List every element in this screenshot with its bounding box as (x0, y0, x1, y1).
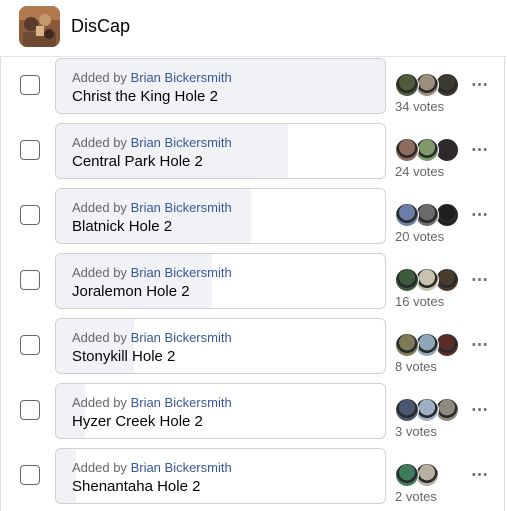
voter-avatar[interactable] (395, 398, 419, 422)
poll-option-box[interactable]: Added by Brian Bickersmith Blatnick Hole … (55, 188, 386, 244)
poll-option-row: Added by Brian Bickersmith Blatnick Hole … (0, 188, 507, 246)
added-by-line: Added by Brian Bickersmith (72, 135, 232, 150)
poll-option-checkbox[interactable] (20, 335, 40, 355)
poll-option-checkbox[interactable] (20, 400, 40, 420)
poll-option-box[interactable]: Added by Brian Bickersmith Central Park H… (55, 123, 386, 179)
poll-option-checkbox[interactable] (20, 465, 40, 485)
voter-avatars[interactable] (395, 203, 465, 227)
added-by-prefix: Added by (72, 200, 127, 215)
added-by-name-link[interactable]: Brian Bickersmith (131, 330, 232, 345)
more-options-icon[interactable]: ⋯ (468, 399, 490, 421)
voter-avatars[interactable] (395, 73, 465, 97)
poll-option-checkbox[interactable] (20, 270, 40, 290)
poll-option-checkbox[interactable] (20, 205, 40, 225)
poll-option-title: Hyzer Creek Hole 2 (72, 413, 203, 430)
vote-count[interactable]: 24 votes (395, 164, 444, 179)
more-options-icon[interactable]: ⋯ (468, 334, 490, 356)
vote-count[interactable]: 3 votes (395, 424, 437, 439)
poll-option-row: Added by Brian Bickersmith Shenantaha Hol… (0, 448, 507, 506)
voter-avatars[interactable] (395, 138, 465, 162)
poll-option-title: Christ the King Hole 2 (72, 88, 218, 105)
poll-option-checkbox[interactable] (20, 75, 40, 95)
poll-option-title: Joralemon Hole 2 (72, 283, 190, 300)
group-photo-image (19, 6, 60, 47)
added-by-line: Added by Brian Bickersmith (72, 460, 232, 475)
poll-option-title: Central Park Hole 2 (72, 153, 203, 170)
added-by-prefix: Added by (72, 460, 127, 475)
added-by-line: Added by Brian Bickersmith (72, 70, 232, 85)
added-by-prefix: Added by (72, 135, 127, 150)
group-header: DisCap (0, 0, 507, 57)
added-by-prefix: Added by (72, 70, 127, 85)
more-options-icon[interactable]: ⋯ (468, 204, 490, 226)
poll-option-row: Added by Brian Bickersmith Christ the Kin… (0, 58, 507, 116)
added-by-line: Added by Brian Bickersmith (72, 395, 232, 410)
poll-option-box[interactable]: Added by Brian Bickersmith Stonykill Hole… (55, 318, 386, 374)
poll-option-row: Added by Brian Bickersmith Stonykill Hole… (0, 318, 507, 376)
poll-option-checkbox[interactable] (20, 140, 40, 160)
poll-option-row: Added by Brian Bickersmith Central Park H… (0, 123, 507, 181)
added-by-line: Added by Brian Bickersmith (72, 265, 232, 280)
vote-count[interactable]: 2 votes (395, 489, 437, 504)
voter-avatar[interactable] (395, 333, 419, 357)
poll-option-title: Blatnick Hole 2 (72, 218, 173, 235)
poll-option-box[interactable]: Added by Brian Bickersmith Joralemon Hole… (55, 253, 386, 309)
added-by-name-link[interactable]: Brian Bickersmith (131, 200, 232, 215)
group-name[interactable]: DisCap (71, 16, 130, 37)
poll-option-box[interactable]: Added by Brian Bickersmith Shenantaha Hol… (55, 448, 386, 504)
voter-avatar[interactable] (395, 203, 419, 227)
poll-option-title: Stonykill Hole 2 (72, 348, 176, 365)
voter-avatars[interactable] (395, 463, 465, 487)
poll-option-row: Added by Brian Bickersmith Hyzer Creek Ho… (0, 383, 507, 441)
vote-count[interactable]: 34 votes (395, 99, 444, 114)
voter-avatar[interactable] (395, 463, 419, 487)
added-by-line: Added by Brian Bickersmith (72, 200, 232, 215)
added-by-name-link[interactable]: Brian Bickersmith (131, 135, 232, 150)
voter-avatar[interactable] (395, 268, 419, 292)
more-options-icon[interactable]: ⋯ (468, 74, 490, 96)
poll-option-title: Shenantaha Hole 2 (72, 478, 201, 495)
voter-avatar[interactable] (395, 138, 419, 162)
poll-option-box[interactable]: Added by Brian Bickersmith Christ the Kin… (55, 58, 386, 114)
more-options-icon[interactable]: ⋯ (468, 139, 490, 161)
more-options-icon[interactable]: ⋯ (468, 464, 490, 486)
added-by-prefix: Added by (72, 395, 127, 410)
added-by-name-link[interactable]: Brian Bickersmith (131, 70, 232, 85)
added-by-prefix: Added by (72, 265, 127, 280)
added-by-name-link[interactable]: Brian Bickersmith (131, 265, 232, 280)
voter-avatars[interactable] (395, 333, 465, 357)
vote-count[interactable]: 20 votes (395, 229, 444, 244)
added-by-name-link[interactable]: Brian Bickersmith (131, 395, 232, 410)
group-avatar[interactable] (19, 6, 60, 47)
added-by-line: Added by Brian Bickersmith (72, 330, 232, 345)
added-by-prefix: Added by (72, 330, 127, 345)
added-by-name-link[interactable]: Brian Bickersmith (131, 460, 232, 475)
poll-option-box[interactable]: Added by Brian Bickersmith Hyzer Creek Ho… (55, 383, 386, 439)
vote-count[interactable]: 8 votes (395, 359, 437, 374)
voter-avatars[interactable] (395, 398, 465, 422)
voter-avatar[interactable] (395, 73, 419, 97)
vote-count[interactable]: 16 votes (395, 294, 444, 309)
more-options-icon[interactable]: ⋯ (468, 269, 490, 291)
poll-option-row: Added by Brian Bickersmith Joralemon Hole… (0, 253, 507, 311)
voter-avatars[interactable] (395, 268, 465, 292)
